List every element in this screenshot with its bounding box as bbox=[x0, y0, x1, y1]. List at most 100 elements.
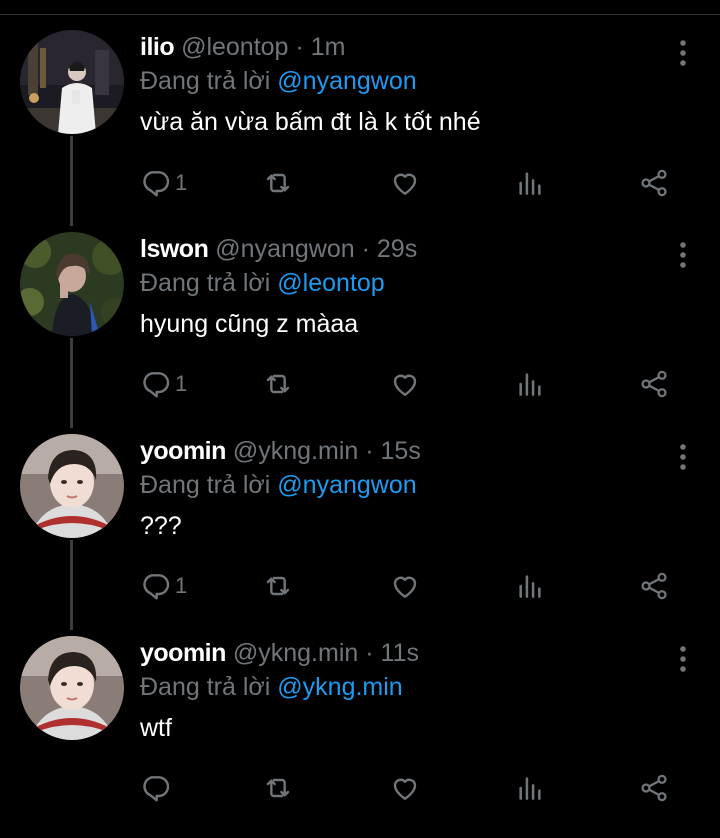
reply-button[interactable]: 1 bbox=[140, 366, 187, 402]
handle[interactable]: @ykng.min bbox=[233, 639, 358, 667]
more-vertical-icon bbox=[680, 242, 686, 268]
share-button[interactable] bbox=[638, 366, 670, 402]
reply-button[interactable] bbox=[140, 770, 175, 806]
avatar-photo-selfie bbox=[20, 636, 124, 740]
timestamp[interactable]: 11s bbox=[381, 639, 419, 667]
share-icon bbox=[641, 774, 667, 802]
share-button[interactable] bbox=[638, 770, 670, 806]
tweet[interactable]: lswon @nyangwon · 29s Đang trả lời @leon… bbox=[0, 232, 720, 434]
more-options-button[interactable] bbox=[676, 442, 690, 472]
reply-icon bbox=[143, 372, 170, 398]
reply-prefix: Đang trả lời bbox=[140, 673, 271, 701]
reply-count: 1 bbox=[175, 573, 188, 598]
more-vertical-icon bbox=[680, 444, 686, 470]
views-button[interactable] bbox=[514, 366, 546, 402]
tweet-body: yoomin @ykng.min · 15s Đang trả lời @nya… bbox=[140, 434, 700, 543]
retweet-button[interactable] bbox=[262, 770, 294, 806]
more-vertical-icon bbox=[680, 646, 686, 672]
tweet-body: yoomin @ykng.min · 11s Đang trả lời @ykn… bbox=[140, 636, 700, 745]
reply-icon bbox=[143, 171, 170, 197]
avatar-photo-person-foliage bbox=[20, 232, 124, 336]
handle[interactable]: @nyangwon bbox=[215, 235, 354, 263]
heart-icon bbox=[393, 778, 417, 800]
reply-icon bbox=[143, 776, 170, 802]
retweet-button[interactable] bbox=[262, 568, 294, 604]
tweet-header: ilio @leontop · 1m bbox=[140, 30, 700, 64]
reply-prefix: Đang trả lời bbox=[140, 67, 271, 95]
more-options-button[interactable] bbox=[676, 38, 690, 68]
reply-button[interactable]: 1 bbox=[140, 165, 187, 201]
top-divider bbox=[0, 0, 720, 15]
display-name[interactable]: yoomin bbox=[140, 437, 226, 465]
more-options-button[interactable] bbox=[676, 240, 690, 270]
like-button[interactable] bbox=[389, 366, 421, 402]
like-button[interactable] bbox=[389, 770, 421, 806]
reply-button[interactable]: 1 bbox=[140, 568, 187, 604]
separator-dot: · bbox=[365, 437, 374, 465]
avatar[interactable] bbox=[20, 232, 124, 336]
analytics-icon bbox=[519, 373, 541, 396]
reply-count: 1 bbox=[175, 170, 188, 195]
heart-icon bbox=[393, 374, 417, 396]
avatar[interactable] bbox=[20, 434, 124, 538]
mention-link[interactable]: @nyangwon bbox=[277, 67, 416, 95]
tweet-text: ??? bbox=[140, 512, 182, 540]
handle[interactable]: @leontop bbox=[181, 33, 288, 61]
retweet-icon bbox=[266, 374, 290, 394]
separator-dot: · bbox=[295, 33, 304, 61]
tweet[interactable]: ilio @leontop · 1m Đang trả lời @nyangwo… bbox=[0, 30, 720, 232]
tweet-text: vừa ăn vừa bấm đt là k tốt nhé bbox=[140, 108, 481, 136]
analytics-icon bbox=[519, 575, 541, 598]
display-name[interactable]: lswon bbox=[140, 235, 209, 263]
share-button[interactable] bbox=[638, 568, 670, 604]
analytics-icon bbox=[519, 777, 541, 800]
views-button[interactable] bbox=[514, 770, 546, 806]
tweet[interactable]: yoomin @ykng.min · 15s Đang trả lời @nya… bbox=[0, 434, 720, 636]
mention-link[interactable]: @nyangwon bbox=[277, 471, 416, 499]
reply-prefix: Đang trả lời bbox=[140, 269, 271, 297]
share-icon bbox=[641, 169, 667, 197]
like-button[interactable] bbox=[389, 165, 421, 201]
share-button[interactable] bbox=[638, 165, 670, 201]
reply-icon bbox=[143, 574, 170, 600]
mention-link[interactable]: @leontop bbox=[277, 269, 384, 297]
analytics-icon bbox=[519, 172, 541, 195]
mention-link[interactable]: @ykng.min bbox=[277, 673, 402, 701]
more-vertical-icon bbox=[680, 40, 686, 66]
more-options-button[interactable] bbox=[676, 644, 690, 674]
display-name[interactable]: yoomin bbox=[140, 639, 226, 667]
retweet-icon bbox=[266, 778, 290, 798]
tweet-header: yoomin @ykng.min · 15s bbox=[140, 434, 700, 468]
tweet-text: hyung cũng z màaa bbox=[140, 310, 359, 338]
separator-dot: · bbox=[365, 639, 374, 667]
tweet-text: wtf bbox=[140, 714, 172, 742]
replying-to: Đang trả lời @nyangwon bbox=[140, 64, 700, 98]
timestamp[interactable]: 15s bbox=[381, 437, 421, 465]
retweet-icon bbox=[266, 576, 290, 596]
reply-count: 1 bbox=[175, 371, 188, 396]
heart-icon bbox=[393, 576, 417, 598]
separator-dot: · bbox=[361, 235, 370, 263]
share-icon bbox=[641, 572, 667, 600]
timestamp[interactable]: 1m bbox=[311, 33, 346, 61]
replying-to: Đang trả lời @ykng.min bbox=[140, 670, 700, 704]
replying-to: Đang trả lời @leontop bbox=[140, 266, 700, 300]
reply-prefix: Đang trả lời bbox=[140, 471, 271, 499]
tweet-body: ilio @leontop · 1m Đang trả lời @nyangwo… bbox=[140, 30, 700, 139]
retweet-button[interactable] bbox=[262, 366, 294, 402]
handle[interactable]: @ykng.min bbox=[233, 437, 358, 465]
share-icon bbox=[641, 370, 667, 398]
replying-to: Đang trả lời @nyangwon bbox=[140, 468, 700, 502]
display-name[interactable]: ilio bbox=[140, 33, 175, 61]
views-button[interactable] bbox=[514, 568, 546, 604]
tweet[interactable]: yoomin @ykng.min · 11s Đang trả lời @ykn… bbox=[0, 636, 720, 838]
views-button[interactable] bbox=[514, 165, 546, 201]
heart-icon bbox=[393, 173, 417, 195]
tweet-body: lswon @nyangwon · 29s Đang trả lời @leon… bbox=[140, 232, 700, 341]
avatar[interactable] bbox=[20, 636, 124, 740]
like-button[interactable] bbox=[389, 568, 421, 604]
timestamp[interactable]: 29s bbox=[377, 235, 417, 263]
retweet-button[interactable] bbox=[262, 165, 294, 201]
avatar[interactable] bbox=[20, 30, 124, 134]
tweet-header: yoomin @ykng.min · 11s bbox=[140, 636, 700, 670]
